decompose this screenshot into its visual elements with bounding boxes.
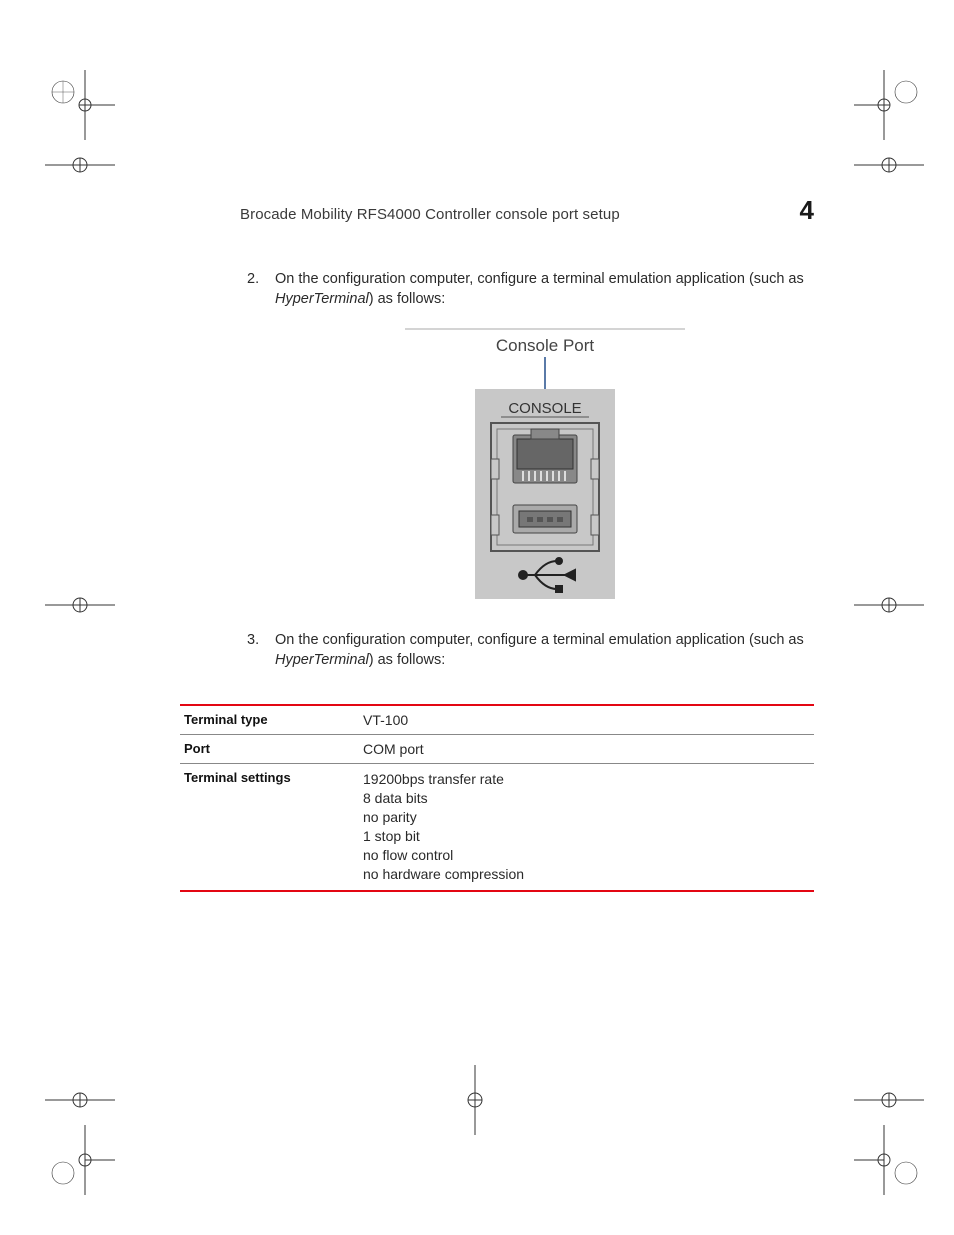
crop-mark-icon bbox=[45, 70, 115, 140]
terminal-settings-table: Terminal type VT-100 Port COM port Termi… bbox=[180, 704, 814, 891]
row-label: Terminal type bbox=[180, 705, 359, 735]
step-text: On the configuration computer, configure… bbox=[275, 632, 804, 668]
crop-mark-icon bbox=[854, 70, 924, 140]
row-label: Port bbox=[180, 735, 359, 764]
crop-mark-icon bbox=[854, 570, 924, 640]
crop-mark-icon bbox=[45, 130, 115, 200]
row-value: VT-100 bbox=[359, 705, 814, 735]
row-value: COM port bbox=[359, 735, 814, 764]
step-2: 2. On the configuration computer, config… bbox=[275, 270, 814, 607]
running-header: Brocade Mobility RFS4000 Controller cons… bbox=[180, 195, 814, 226]
crop-mark-icon bbox=[45, 1125, 115, 1195]
page-title: Brocade Mobility RFS4000 Controller cons… bbox=[180, 206, 620, 223]
table-row: Terminal settings 19200bps transfer rate… bbox=[180, 764, 814, 891]
crop-mark-icon bbox=[45, 1065, 115, 1135]
step-text: On the configuration computer, configure… bbox=[275, 271, 804, 307]
crop-mark-icon bbox=[854, 1065, 924, 1135]
page: Brocade Mobility RFS4000 Controller cons… bbox=[0, 0, 954, 1235]
row-label: Terminal settings bbox=[180, 764, 359, 891]
crop-mark-icon bbox=[854, 1125, 924, 1195]
figure-title: Console Port bbox=[495, 336, 594, 355]
row-value: 19200bps transfer rate 8 data bits no pa… bbox=[359, 764, 814, 891]
table-row: Port COM port bbox=[180, 735, 814, 764]
usb-port-icon bbox=[513, 505, 577, 533]
step-number: 2. bbox=[247, 270, 259, 290]
panel-label: CONSOLE bbox=[508, 400, 581, 417]
rj45-port-icon bbox=[513, 429, 577, 483]
chapter-number: 4 bbox=[800, 195, 814, 226]
crop-mark-icon bbox=[45, 570, 115, 640]
crop-mark-icon bbox=[440, 1065, 510, 1135]
crop-mark-icon bbox=[854, 130, 924, 200]
step-3: 3. On the configuration computer, config… bbox=[275, 631, 814, 670]
table-row: Terminal type VT-100 bbox=[180, 705, 814, 735]
step-number: 3. bbox=[247, 631, 259, 651]
console-port-figure: Console Port CONSOLE bbox=[405, 327, 685, 607]
